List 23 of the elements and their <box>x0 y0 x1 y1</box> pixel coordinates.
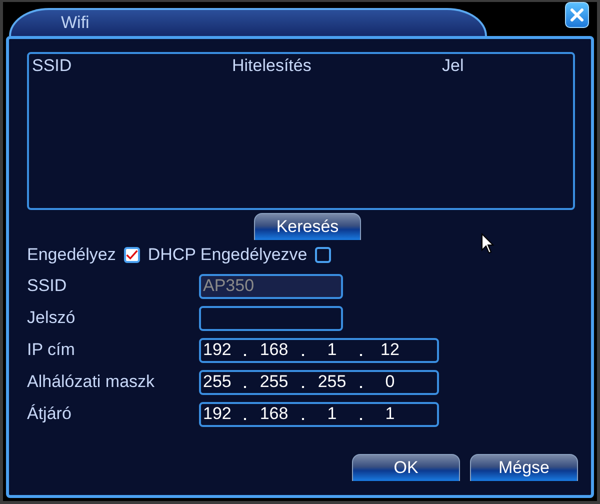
option-label: Engedélyez <box>27 245 116 265</box>
checkbox[interactable] <box>124 247 140 263</box>
field-label: Átjáró <box>27 404 72 424</box>
search-button[interactable]: Keresés <box>254 213 361 240</box>
field-label: Jelszó <box>27 308 76 328</box>
field-label: IP cím <box>27 340 76 360</box>
mouse-cursor-icon <box>481 233 495 255</box>
dialog-button[interactable]: OK <box>352 454 460 481</box>
column-header: SSID <box>32 56 72 76</box>
field-label: Alhálózati maszk <box>27 372 156 392</box>
column-header: Hitelesítés <box>232 56 312 76</box>
close-button[interactable] <box>565 2 589 28</box>
column-header: Jel <box>442 56 464 76</box>
password-field[interactable] <box>199 306 343 330</box>
option-label: DHCP Engedélyezve <box>148 245 308 265</box>
field-label: SSID <box>27 276 68 296</box>
window-title: Wifi <box>61 13 90 33</box>
ip-field[interactable]: 255 255 255 0 <box>199 370 439 394</box>
close-icon <box>570 8 584 22</box>
dialog-button[interactable]: Mégse <box>470 454 578 481</box>
checkbox[interactable] <box>315 247 332 263</box>
ip-field[interactable]: 192 168 1 1 <box>199 402 439 426</box>
ip-field[interactable]: 192 168 1 12 <box>199 338 439 362</box>
